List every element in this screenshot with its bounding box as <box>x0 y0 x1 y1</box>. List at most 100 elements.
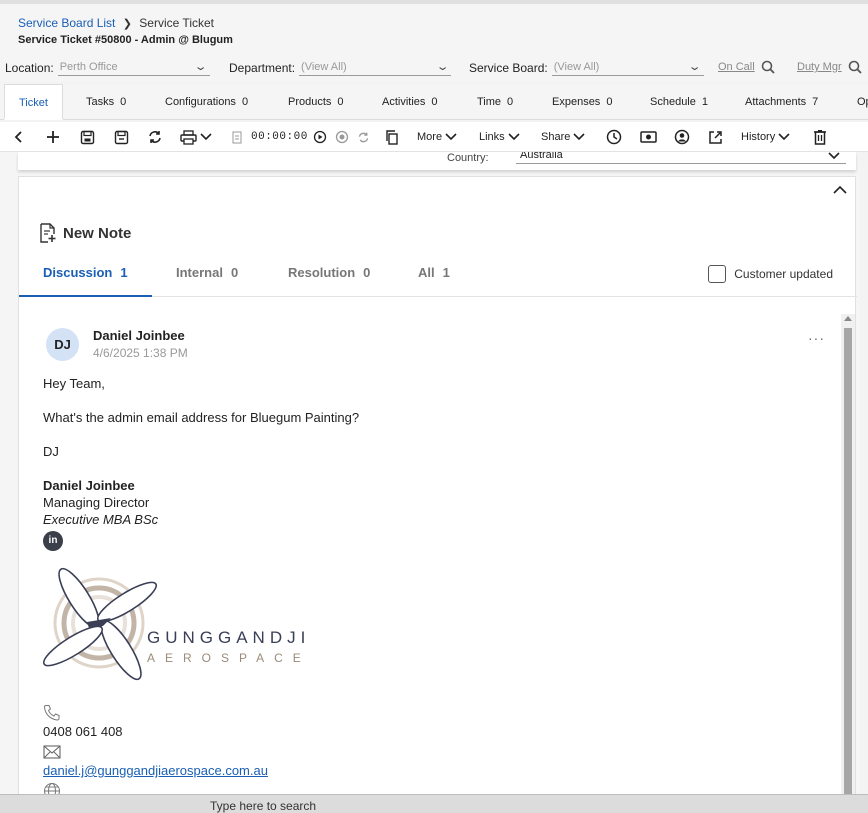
tab-all[interactable]: All 1 <box>394 265 474 297</box>
new-note-label: New Note <box>63 224 132 242</box>
chevron-up-icon <box>833 185 847 194</box>
trash-icon <box>814 130 826 145</box>
duty-mgr-label: Duty Mgr <box>797 61 842 73</box>
ticket-tabs: Ticket Tasks 0 Configurations 0 Products 0 … <box>0 84 868 120</box>
tab-opportunities[interactable]: Op <box>857 84 868 120</box>
printer-icon <box>180 129 197 145</box>
service-board-select[interactable]: (View All) ⌄ <box>551 60 704 76</box>
breadcrumb-service-board-list[interactable]: Service Board List <box>18 16 115 30</box>
document-timer-icon <box>232 131 242 143</box>
timer-stop-button[interactable] <box>335 122 349 152</box>
note-scrollbar[interactable] <box>841 314 855 794</box>
department-select[interactable]: (View All) ⌄ <box>299 60 452 76</box>
copy-button[interactable] <box>385 122 399 152</box>
company-logo-subtitle: AEROSPACE <box>147 651 311 665</box>
note-greeting: Hey Team, <box>43 376 105 391</box>
tab-internal[interactable]: Internal 0 <box>152 265 262 297</box>
company-logo <box>42 567 158 681</box>
tab-label: Tasks <box>86 96 115 108</box>
delete-button[interactable] <box>813 122 827 152</box>
search-icon[interactable] <box>848 60 862 74</box>
back-button[interactable] <box>12 122 26 152</box>
plus-icon <box>47 131 59 143</box>
save-close-icon <box>114 130 129 144</box>
tab-label: Expenses <box>552 96 601 108</box>
chevron-down-icon <box>778 133 790 141</box>
collapse-button[interactable] <box>833 183 847 197</box>
location-filter: Location: Perth Office ⌄ <box>5 60 210 76</box>
signature-name: Daniel Joinbee <box>43 478 135 493</box>
new-note-button[interactable]: New Note <box>39 223 131 243</box>
on-call-label: On Call <box>718 61 755 73</box>
scroll-up-arrow[interactable] <box>844 316 852 321</box>
ticket-content: Country: Australia New Note Discussion 1 … <box>0 152 860 794</box>
note-timestamp: 4/6/2025 1:38 PM <box>93 346 188 360</box>
signature-email-link[interactable]: daniel.j@gunggandjiaerospace.com.au <box>43 763 268 778</box>
save-button[interactable] <box>80 122 95 152</box>
note-tab-count: 0 <box>230 265 239 280</box>
timer-start-button[interactable] <box>313 122 327 152</box>
clock-button[interactable] <box>606 122 622 152</box>
more-menu[interactable]: More <box>417 122 457 152</box>
note-tab-label: Resolution <box>288 265 356 280</box>
copy-icon <box>386 129 398 145</box>
location-select[interactable]: Perth Office ⌄ <box>57 60 210 76</box>
contact-button[interactable] <box>674 122 690 152</box>
location-label: Location: <box>5 61 54 75</box>
tab-label: Products <box>288 96 332 108</box>
links-menu[interactable]: Links <box>479 122 520 152</box>
tab-expenses[interactable]: Expenses 0 <box>552 84 612 120</box>
chevron-down-icon: ⌄ <box>688 61 703 73</box>
note-more-button[interactable]: ··· <box>808 330 825 346</box>
timer-reset-button[interactable] <box>357 122 370 152</box>
scroll-thumb[interactable] <box>844 328 852 794</box>
mail-icon <box>43 745 61 759</box>
print-button[interactable] <box>180 122 212 152</box>
chevron-down-icon <box>828 152 840 160</box>
save-and-close-button[interactable] <box>114 122 129 152</box>
open-external-button[interactable] <box>708 122 723 152</box>
page-title: Service Ticket #50800 - Admin @ Blugum <box>18 34 233 46</box>
add-button[interactable] <box>46 122 60 152</box>
expense-button[interactable] <box>640 122 657 152</box>
duty-mgr-link[interactable]: Duty Mgr <box>797 60 862 74</box>
refresh-button[interactable] <box>147 122 163 152</box>
tab-discussion[interactable]: Discussion 1 <box>19 265 152 297</box>
tab-schedule[interactable]: Schedule 1 <box>650 84 708 120</box>
globe-icon <box>44 783 60 794</box>
linkedin-icon[interactable]: in <box>43 531 63 551</box>
signature-qualifications: Executive MBA BSc <box>43 512 159 527</box>
tab-ticket[interactable]: Ticket <box>4 84 63 120</box>
tab-tasks[interactable]: Tasks 0 <box>86 84 126 120</box>
note-entry: DJ Daniel Joinbee 4/6/2025 1:38 PM ··· H… <box>19 314 841 794</box>
tab-count: 0 <box>606 96 613 108</box>
tab-count: 0 <box>431 96 438 108</box>
tab-label: Configurations <box>165 96 236 108</box>
breadcrumb: Service Board List ❯ Service Ticket <box>18 16 214 30</box>
chevron-left-icon <box>14 131 22 143</box>
taskbar-search[interactable]: Type here to search <box>210 799 316 813</box>
avatar: DJ <box>46 328 79 361</box>
history-menu[interactable]: History <box>741 122 790 152</box>
on-call-link[interactable]: On Call <box>718 60 775 74</box>
country-select[interactable]: Australia <box>516 152 846 164</box>
ticket-toolbar: 00:00:00 More Links Share History <box>0 122 868 152</box>
customer-updated-toggle[interactable]: Customer updated <box>708 265 833 283</box>
company-logo-name: GUNGGANDJI <box>147 628 311 647</box>
location-value: Perth Office <box>59 60 118 73</box>
tab-products[interactable]: Products 0 <box>288 84 344 120</box>
tab-activities[interactable]: Activities 0 <box>382 84 438 120</box>
search-icon[interactable] <box>761 60 775 74</box>
tab-time[interactable]: Time 0 <box>477 84 513 120</box>
tab-label: Attachments <box>745 96 807 108</box>
service-board-value: (View All) <box>553 60 600 73</box>
share-menu[interactable]: Share <box>541 122 585 152</box>
customer-updated-checkbox[interactable] <box>708 265 727 283</box>
play-icon <box>313 130 327 144</box>
tab-resolution[interactable]: Resolution 0 <box>264 265 394 297</box>
tab-configurations[interactable]: Configurations 0 <box>165 84 248 120</box>
note-signoff: DJ <box>43 444 59 459</box>
tab-label: Time <box>477 96 502 108</box>
tab-attachments[interactable]: Attachments 7 <box>745 84 818 120</box>
department-label: Department: <box>229 61 296 75</box>
